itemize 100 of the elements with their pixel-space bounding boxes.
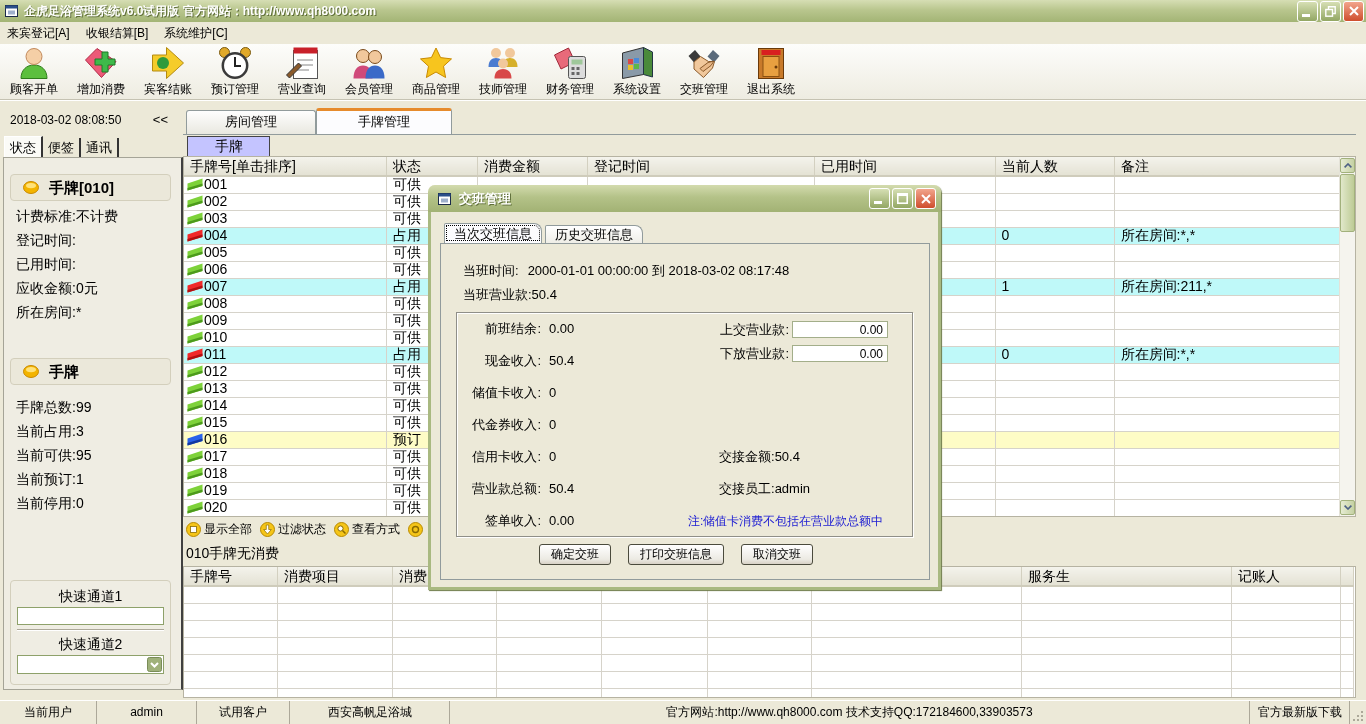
column-header[interactable]: 状态 <box>386 157 477 176</box>
tag-icon <box>187 212 203 225</box>
toolbar-button[interactable]: 查看方式 <box>334 522 400 537</box>
group-title: 手牌 <box>49 362 79 381</box>
table-cell: 003 <box>204 211 228 226</box>
close-button[interactable] <box>915 188 936 209</box>
dropdown-field[interactable] <box>17 655 164 674</box>
table-cell: 018 <box>204 466 228 481</box>
table-cell: 可供 <box>392 261 421 277</box>
caret-up-icon <box>1343 163 1352 168</box>
tab[interactable]: 历史交班信息 <box>545 225 643 243</box>
tab[interactable]: 房间管理 <box>186 110 316 134</box>
window-icon <box>438 192 451 205</box>
table-cell: 可供 <box>392 295 421 311</box>
column-header[interactable]: 消费金额 <box>477 157 587 176</box>
print-button[interactable]: 打印交班信息 <box>628 544 724 565</box>
scroll-up-button[interactable] <box>1340 158 1355 173</box>
scroll-down-button[interactable] <box>1340 500 1355 515</box>
column-header[interactable]: 手牌号 <box>184 567 277 586</box>
group-icon <box>486 47 519 79</box>
toolbar-button[interactable]: 宾客结账 <box>134 44 201 99</box>
column-header[interactable]: 消费项目 <box>277 567 392 586</box>
toolbar-button[interactable]: 过滤状态 <box>260 522 326 537</box>
column-header[interactable]: 服务生 <box>1021 567 1231 586</box>
toolbar-button[interactable]: 显示全部 <box>186 522 252 537</box>
field-value: 2000-01-01 00:00:00 到 2018-03-02 08:17:48 <box>527 263 790 279</box>
table-cell: 所在房间:*,* <box>1120 227 1196 243</box>
toolbar-button[interactable]: 退出系统 <box>737 44 804 99</box>
minimize-button[interactable] <box>869 188 890 209</box>
tag-icon <box>187 280 203 293</box>
tag-icon <box>187 450 203 463</box>
field-label: 快速通道1 <box>58 587 123 605</box>
input-field[interactable]: 0.00 <box>792 345 888 362</box>
table-cell: 017 <box>204 449 228 464</box>
tag-icon <box>187 382 203 395</box>
menu-item[interactable]: 收银结算[B] <box>82 24 152 42</box>
scrollbar-thumb[interactable] <box>1340 174 1355 232</box>
table-cell: 004 <box>204 228 228 243</box>
table-cell: 0 <box>1001 346 1010 362</box>
field-value: 0.00 <box>549 513 575 529</box>
toolbar-button[interactable]: 会员管理 <box>335 44 402 99</box>
minimize-button[interactable] <box>1297 0 1318 22</box>
tab[interactable]: 当次交班信息 <box>444 223 542 243</box>
toolbar-button[interactable]: 交班管理 <box>670 44 737 99</box>
confirm-button[interactable]: 确定交班 <box>539 544 611 565</box>
table-cell: 所在房间:211,* <box>1120 278 1213 294</box>
column-header[interactable]: 当前人数 <box>995 157 1114 176</box>
tab[interactable]: 手牌 <box>187 136 270 156</box>
field-label: 快速通道2 <box>58 635 123 653</box>
tag-icon <box>187 246 203 259</box>
minimize-icon <box>873 201 882 204</box>
toolbar-button[interactable]: 商品管理 <box>402 44 469 99</box>
circle-icon[interactable] <box>408 522 423 537</box>
toolbar-button[interactable]: 增加消费 <box>67 44 134 99</box>
table-cell: 007 <box>204 279 228 294</box>
column-header[interactable]: 记账人 <box>1231 567 1340 586</box>
table-cell: 019 <box>204 483 228 498</box>
table-cell: 可供 <box>392 482 421 498</box>
toolbar-button[interactable]: 财务管理 <box>536 44 603 99</box>
field-label: 签单收入: <box>484 513 541 529</box>
input-field[interactable]: 0.00 <box>792 321 888 338</box>
menu-item[interactable]: 系统维护[C] <box>161 24 231 42</box>
tab[interactable]: 手牌管理 <box>316 108 452 134</box>
field-value: 50.4 <box>774 449 800 465</box>
close-button[interactable] <box>1343 0 1364 22</box>
table-cell: 020 <box>204 500 228 515</box>
table-cell: 可供 <box>392 312 421 328</box>
cancel-button[interactable]: 取消交班 <box>741 544 813 565</box>
down-arrow-icon <box>260 522 275 537</box>
toolbar-button[interactable]: 预订管理 <box>201 44 268 99</box>
column-header[interactable]: 手牌号[单击排序] <box>184 157 386 176</box>
tab[interactable]: 状态 <box>4 136 43 157</box>
status-text: 西安高帆足浴城 <box>290 701 450 724</box>
restore-button[interactable] <box>1320 0 1341 22</box>
status-text: 当前用户 <box>0 701 97 724</box>
resize-grip-icon <box>1352 710 1364 722</box>
close-icon <box>1348 6 1359 16</box>
column-header[interactable]: 已用时间 <box>814 157 995 176</box>
tag-icon <box>187 331 203 344</box>
window-icon <box>5 5 18 17</box>
chevron-down-icon[interactable] <box>147 657 162 672</box>
info-text: 当前可供:95 <box>15 446 92 465</box>
caret-down-icon <box>1343 505 1352 510</box>
toolbar-button[interactable]: 系统设置 <box>603 44 670 99</box>
collapse-button[interactable]: << <box>150 112 170 128</box>
maximize-button[interactable] <box>892 188 913 209</box>
info-text: 当前停用:0 <box>15 494 84 513</box>
column-header[interactable]: 备注 <box>1114 157 1339 176</box>
column-header[interactable]: 登记时间 <box>587 157 814 176</box>
toolbar-button[interactable]: 技师管理 <box>469 44 536 99</box>
tag-icon <box>187 195 203 208</box>
status-text: admin <box>97 701 197 724</box>
toolbar-button[interactable]: 营业查询 <box>268 44 335 99</box>
menu-item[interactable]: 来宾登记[A] <box>4 24 73 42</box>
tag-icon <box>187 297 203 310</box>
table-cell: 0 <box>1001 227 1010 243</box>
orb-icon <box>23 365 39 378</box>
table-cell: 可供 <box>392 329 421 345</box>
toolbar-button[interactable]: 顾客开单 <box>0 44 67 99</box>
input-field[interactable] <box>17 607 164 625</box>
